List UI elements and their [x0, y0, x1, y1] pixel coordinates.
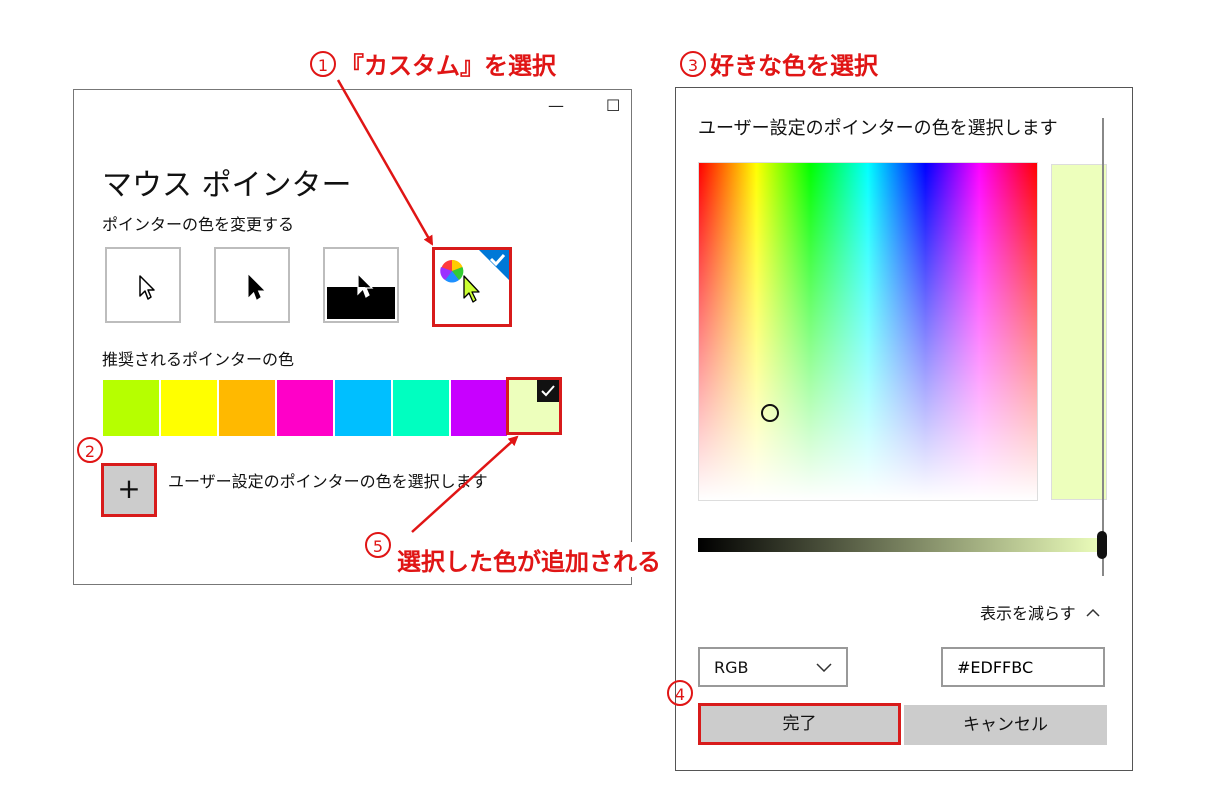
pointer-style-white[interactable] — [105, 247, 181, 323]
step3-number: 3 — [680, 50, 706, 77]
scrollbar[interactable] — [1102, 118, 1104, 576]
step3-annotation: 3 好きな色を選択 — [680, 46, 878, 81]
spectrum-selector[interactable] — [761, 404, 779, 422]
hex-input[interactable] — [941, 647, 1105, 687]
plus-icon: + — [117, 472, 141, 505]
color-spectrum[interactable] — [698, 162, 1038, 501]
color-mode-value: RGB — [714, 657, 749, 677]
recommended-color-swatches — [103, 377, 573, 436]
color-swatch[interactable] — [506, 377, 562, 435]
add-custom-color-button[interactable]: + — [101, 463, 157, 517]
inverted-cursor-icon — [327, 272, 395, 319]
black-cursor-icon — [248, 274, 265, 300]
cancel-label: キャンセル — [963, 715, 1048, 735]
color-swatch[interactable] — [161, 380, 217, 436]
step2-number: 2 — [77, 437, 103, 463]
pointer-style-custom[interactable] — [432, 247, 512, 327]
color-mode-dropdown[interactable]: RGB — [698, 647, 848, 687]
change-color-label: ポインターの色を変更する — [102, 215, 295, 234]
pointer-style-inverted[interactable] — [323, 247, 399, 323]
step1-text: 『カスタム』を選択 — [340, 52, 556, 80]
white-cursor-icon — [139, 275, 155, 300]
step2-annotation: 2 — [77, 437, 103, 463]
step1-number: 1 — [310, 50, 336, 77]
color-swatch[interactable] — [103, 380, 159, 436]
done-label: 完了 — [782, 714, 817, 734]
step5-text: 選択した色が追加される — [395, 542, 663, 577]
picker-title: ユーザー設定のポインターの色を選択します — [698, 118, 1058, 139]
step5-number: 5 — [365, 532, 391, 558]
page-title: マウス ポインター — [102, 168, 352, 203]
chevron-up-icon — [1086, 608, 1100, 617]
mouse-pointer-settings-window: — ☐ マウス ポインター ポインターの色を変更する 推奨されるポインターの色 … — [73, 89, 632, 585]
color-swatch[interactable] — [277, 380, 333, 436]
done-button[interactable]: 完了 — [698, 703, 901, 745]
color-swatch[interactable] — [393, 380, 449, 436]
cancel-button[interactable]: キャンセル — [904, 705, 1107, 745]
pointer-style-black[interactable] — [214, 247, 290, 323]
step5-annotation: 5 選択した色が追加される — [365, 532, 663, 577]
custom-color-label: ユーザー設定のポインターの色を選択します — [168, 472, 488, 491]
brightness-slider[interactable] — [698, 538, 1104, 552]
minimize-button[interactable]: — — [548, 96, 564, 115]
step1-annotation: 1 『カスタム』を選択 — [310, 46, 556, 81]
step4-number: 4 — [667, 680, 693, 706]
custom-color-picker-window: ユーザー設定のポインターの色を選択します 表示を減らす RGB 完了 キャンセル — [675, 87, 1133, 771]
color-preview — [1051, 164, 1107, 500]
color-wheel-cursor-icon — [440, 250, 509, 303]
step4-annotation: 4 — [667, 680, 693, 706]
maximize-button[interactable]: ☐ — [606, 96, 620, 115]
chevron-down-icon — [816, 663, 832, 672]
color-swatch[interactable] — [219, 380, 275, 436]
brightness-slider-thumb[interactable] — [1097, 531, 1107, 559]
recommended-colors-label: 推奨されるポインターの色 — [102, 350, 295, 369]
show-less-toggle[interactable]: 表示を減らす — [980, 600, 1100, 624]
color-swatch[interactable] — [451, 380, 507, 436]
color-swatch[interactable] — [335, 380, 391, 436]
show-less-label: 表示を減らす — [980, 604, 1076, 623]
step3-text: 好きな色を選択 — [710, 52, 878, 80]
checkmark-icon — [537, 380, 559, 402]
